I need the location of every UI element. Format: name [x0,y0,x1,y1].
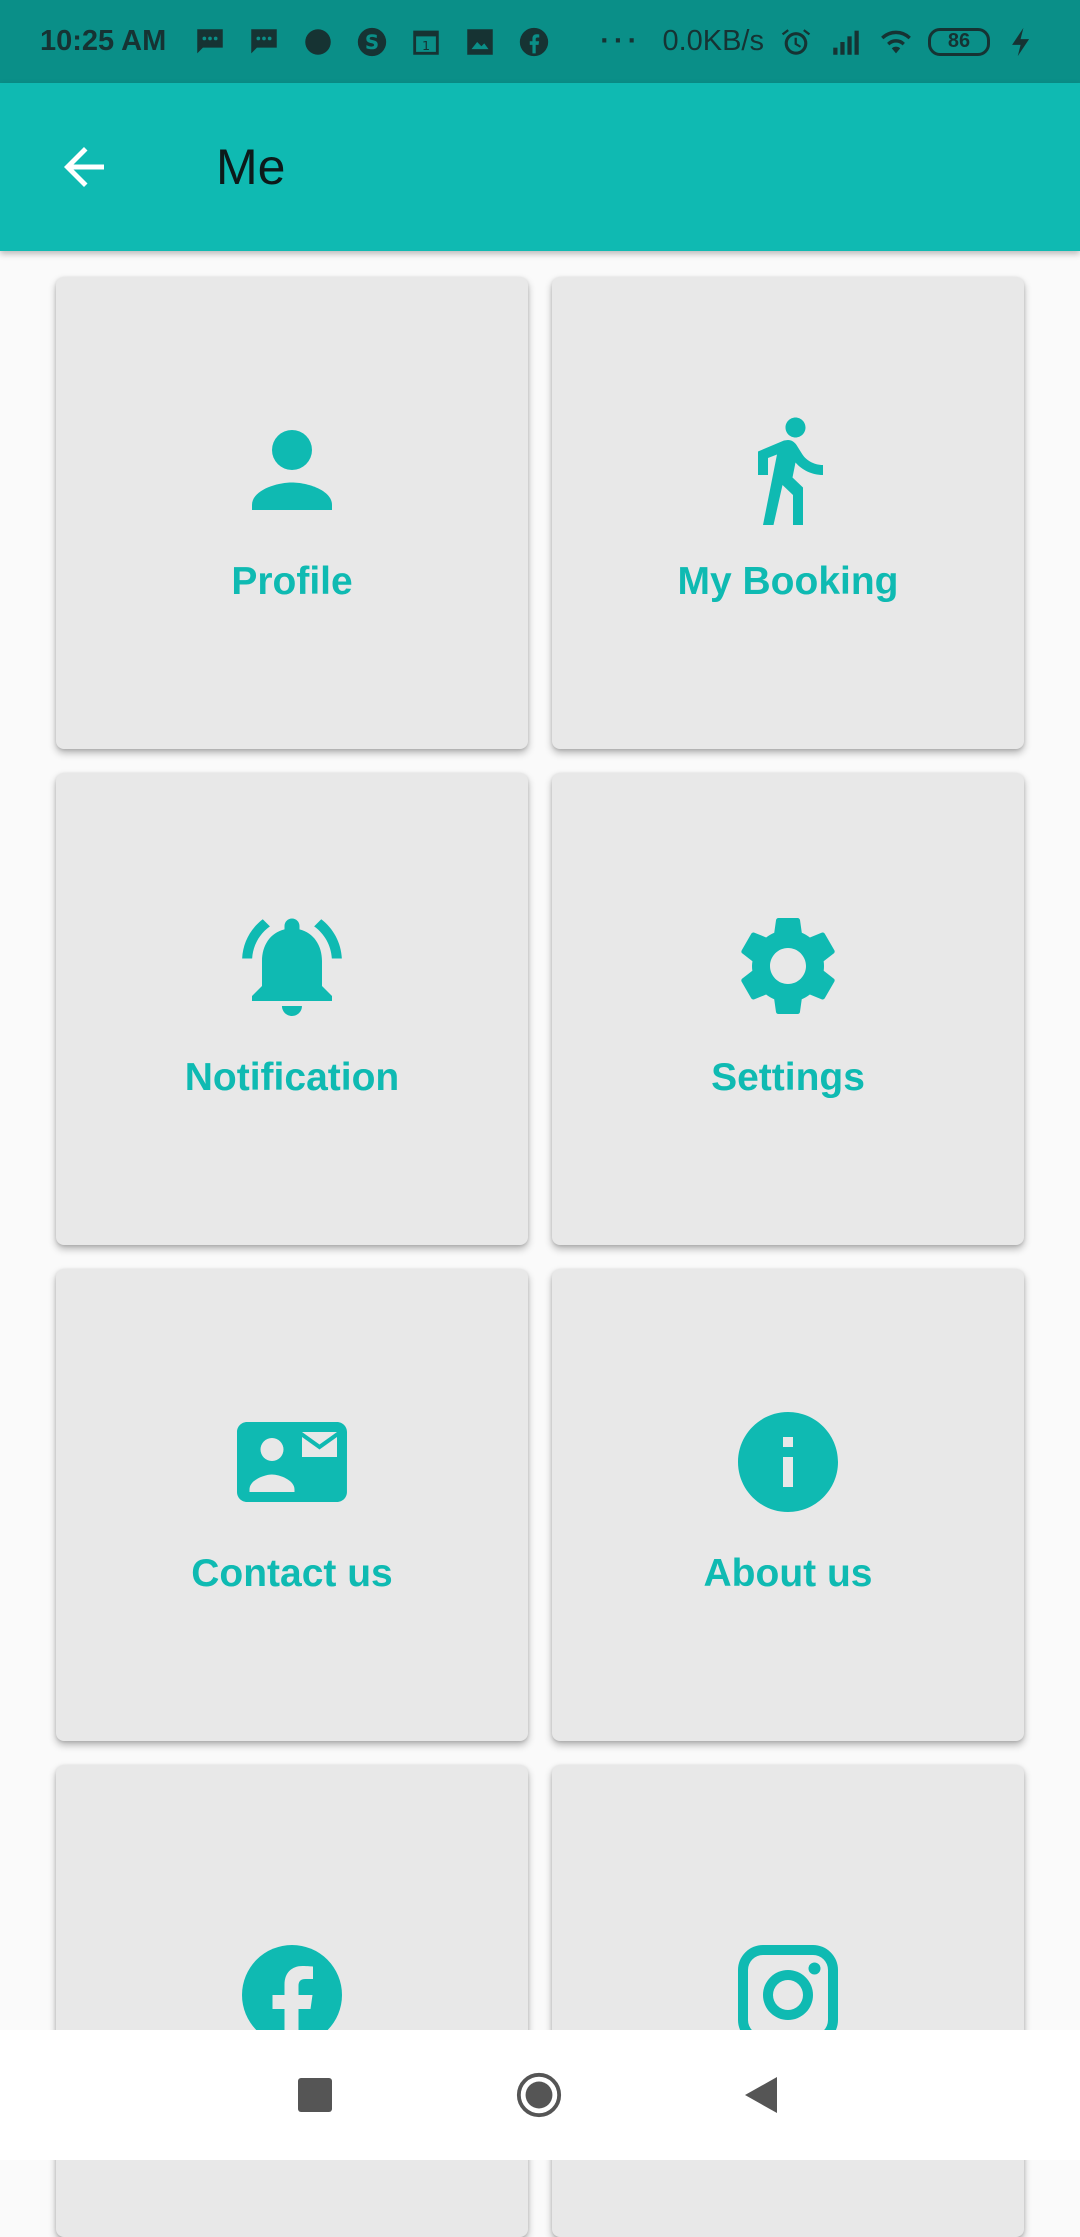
profile-tile[interactable]: Profile [56,277,528,749]
my-booking-tile[interactable]: My Booking [552,277,1024,749]
signal-icon [828,24,864,60]
wifi-icon [878,24,914,60]
net-speed: 0.0KB/s [662,25,764,57]
recents-square-icon[interactable] [298,2078,332,2112]
back-button[interactable] [44,127,124,207]
info-icon [728,1402,848,1522]
bell-ringing-icon [232,906,352,1026]
status-overflow: ··· [600,25,642,57]
status-time: 10:25 AM [40,25,167,57]
contact-card-icon [232,1402,352,1522]
home-circle-icon[interactable] [515,2071,563,2119]
contact-us-tile[interactable]: Contact us [56,1269,528,1741]
charging-icon [1004,24,1040,60]
arrow-back-icon [64,147,104,187]
settings-tile[interactable]: Settings [552,773,1024,1245]
app-icon [300,24,336,60]
my-booking-label: My Booking [677,560,899,603]
about-us-label: About us [703,1552,873,1595]
calendar-icon: 1 [408,24,444,60]
status-bar: 10:25 AM S 1 ··· 0.0KB/s 86 [0,0,1080,83]
running-person-icon [728,410,848,530]
contact-us-label: Contact us [191,1552,393,1595]
profile-label: Profile [231,560,353,603]
svg-text:S: S [365,31,379,54]
instagram-tile[interactable] [552,1765,1024,2237]
gear-icon [728,906,848,1026]
alarm-icon [778,24,814,60]
skype-icon: S [354,24,390,60]
system-nav-bar [0,2030,1080,2160]
notification-tile[interactable]: Notification [56,773,528,1245]
settings-label: Settings [711,1056,865,1099]
message-icon [246,24,282,60]
about-us-tile[interactable]: About us [552,1269,1024,1741]
notification-label: Notification [184,1056,400,1099]
facebook-icon [516,24,552,60]
status-left: 10:25 AM S 1 ··· [40,24,641,60]
page-title: Me [216,139,286,195]
back-triangle-icon[interactable] [743,2075,779,2115]
status-right: 0.0KB/s 86 [662,24,1040,60]
app-bar: Me [0,83,1080,251]
gallery-icon [462,24,498,60]
person-icon [232,410,352,530]
message-icon [192,24,228,60]
menu-grid: Profile My Booking Notification Settings… [56,277,1024,2237]
facebook-tile[interactable] [56,1765,528,2237]
svg-text:1: 1 [422,38,430,53]
battery-icon: 86 [928,27,990,56]
